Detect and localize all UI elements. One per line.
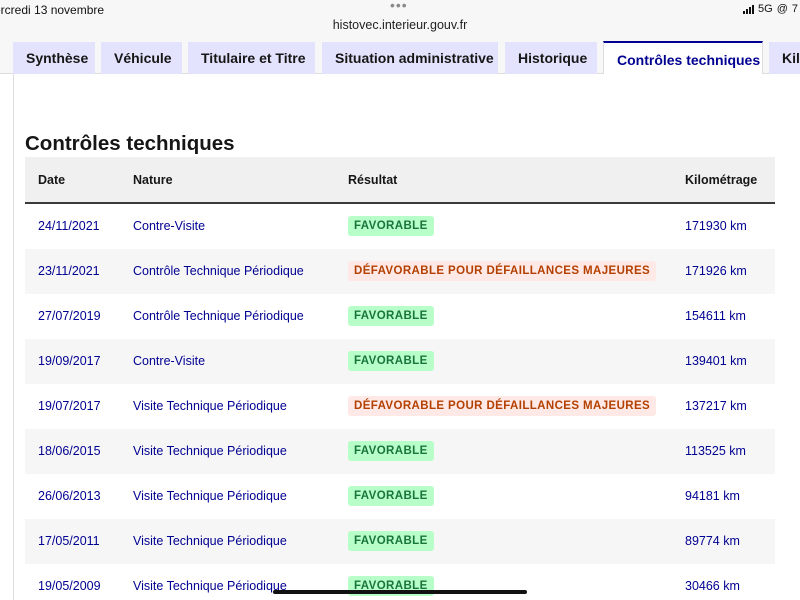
table-row: 19/09/2017 Contre-Visite FAVORABLE 139401 k…: [25, 339, 775, 384]
network-label: 5G: [758, 3, 773, 15]
table-row: 19/05/2009 Visite Technique Périodique FAV…: [25, 564, 775, 600]
row-result: DÉFAVORABLE POUR DÉFAILLANCES MAJEURES: [348, 261, 657, 281]
status-bar: ercredi 13 novembre ••• histovec.interie…: [0, 0, 800, 38]
table-row: 24/11/2021 Contre-Visite FAVORABLE 171930 k…: [25, 204, 775, 249]
row-date: 26/06/2013: [38, 489, 101, 503]
row-km: 154611 km: [685, 309, 746, 323]
tab-synthese[interactable]: Synthèse: [13, 42, 95, 74]
home-indicator: [273, 590, 527, 594]
tab-historique[interactable]: Historique: [505, 42, 597, 74]
row-nature: Visite Technique Périodique: [133, 399, 287, 413]
controls-table: Date Nature Résultat Kilométrage 24/11/2…: [25, 157, 775, 600]
row-date: 17/05/2011: [38, 534, 100, 548]
row-km: 171930 km: [685, 219, 747, 233]
row-km: 137217 km: [685, 399, 747, 413]
header-km: Kilométrage: [685, 173, 758, 187]
row-nature: Contrôle Technique Périodique: [133, 264, 304, 278]
row-result: FAVORABLE: [348, 486, 434, 506]
table-row: 17/05/2011 Visite Technique Périodique FAV…: [25, 519, 775, 564]
signal-icon: [743, 4, 755, 14]
row-nature: Visite Technique Périodique: [133, 579, 287, 593]
result-badge: FAVORABLE: [348, 306, 434, 326]
row-date: 19/05/2009: [38, 579, 101, 593]
status-indicators: 5G @ 7: [743, 3, 798, 15]
more-dots-icon[interactable]: •••: [390, 0, 408, 13]
table-row: 26/06/2013 Visite Technique Périodique FAV…: [25, 474, 775, 519]
header-date: Date: [38, 173, 66, 187]
battery-label: 7: [791, 3, 798, 15]
row-nature: Visite Technique Périodique: [133, 489, 287, 503]
row-result: FAVORABLE: [348, 216, 434, 236]
row-km: 113525 km: [685, 444, 746, 458]
row-km: 94181 km: [685, 489, 740, 503]
row-date: 27/07/2019: [38, 309, 101, 323]
tab-situation-administrative[interactable]: Situation administrative: [322, 42, 498, 74]
tab-controles-techniques[interactable]: Contrôles techniques: [603, 41, 763, 75]
row-date: 23/11/2021: [38, 264, 100, 278]
status-date: ercredi 13 novembre: [0, 3, 105, 17]
at-icon: @: [776, 3, 788, 15]
header-nature: Nature: [133, 173, 173, 187]
table-row: 23/11/2021 Contrôle Technique Périodique D…: [25, 249, 775, 294]
row-nature: Contre-Visite: [133, 354, 206, 368]
result-badge: DÉFAVORABLE POUR DÉFAILLANCES MAJEURES: [348, 396, 657, 416]
row-result: DÉFAVORABLE POUR DÉFAILLANCES MAJEURES: [348, 396, 657, 416]
tab-kilometrage[interactable]: Kilo: [769, 42, 800, 74]
result-badge: FAVORABLE: [348, 216, 434, 236]
row-nature: Contre-Visite: [133, 219, 206, 233]
row-date: 24/11/2021: [38, 219, 100, 233]
tab-bar: Synthèse Véhicule Titulaire et Titre Sit…: [0, 38, 800, 75]
row-nature: Visite Technique Périodique: [133, 444, 287, 458]
row-nature: Contrôle Technique Périodique: [133, 309, 304, 323]
row-date: 18/06/2015: [38, 444, 101, 458]
page-title: Contrôles techniques: [25, 132, 235, 155]
row-date: 19/09/2017: [38, 354, 101, 368]
row-result: FAVORABLE: [348, 441, 434, 461]
result-badge: FAVORABLE: [348, 351, 434, 371]
row-nature: Visite Technique Périodique: [133, 534, 287, 548]
address-bar[interactable]: histovec.interieur.gouv.fr: [0, 18, 800, 32]
table-row: 19/07/2017 Visite Technique Périodique DÉF…: [25, 384, 775, 429]
row-result: FAVORABLE: [348, 306, 434, 326]
table-header: Date Nature Résultat Kilométrage: [25, 157, 775, 204]
row-result: FAVORABLE: [348, 351, 434, 371]
table-row: 18/06/2015 Visite Technique Périodique FAV…: [25, 429, 775, 474]
row-km: 89774 km: [685, 534, 740, 548]
result-badge: DÉFAVORABLE POUR DÉFAILLANCES MAJEURES: [348, 261, 657, 281]
table-body: 24/11/2021 Contre-Visite FAVORABLE 171930 k…: [25, 204, 775, 600]
row-km: 171926 km: [685, 264, 747, 278]
header-result: Résultat: [348, 173, 398, 187]
row-date: 19/07/2017: [38, 399, 101, 413]
tab-titulaire[interactable]: Titulaire et Titre: [188, 42, 315, 74]
tab-vehicule[interactable]: Véhicule: [101, 42, 182, 74]
result-badge: FAVORABLE: [348, 531, 434, 551]
row-km: 139401 km: [685, 354, 747, 368]
result-badge: FAVORABLE: [348, 486, 434, 506]
table-row: 27/07/2019 Contrôle Technique Périodique F…: [25, 294, 775, 339]
row-km: 30466 km: [685, 579, 740, 593]
result-badge: FAVORABLE: [348, 441, 434, 461]
row-result: FAVORABLE: [348, 531, 434, 551]
